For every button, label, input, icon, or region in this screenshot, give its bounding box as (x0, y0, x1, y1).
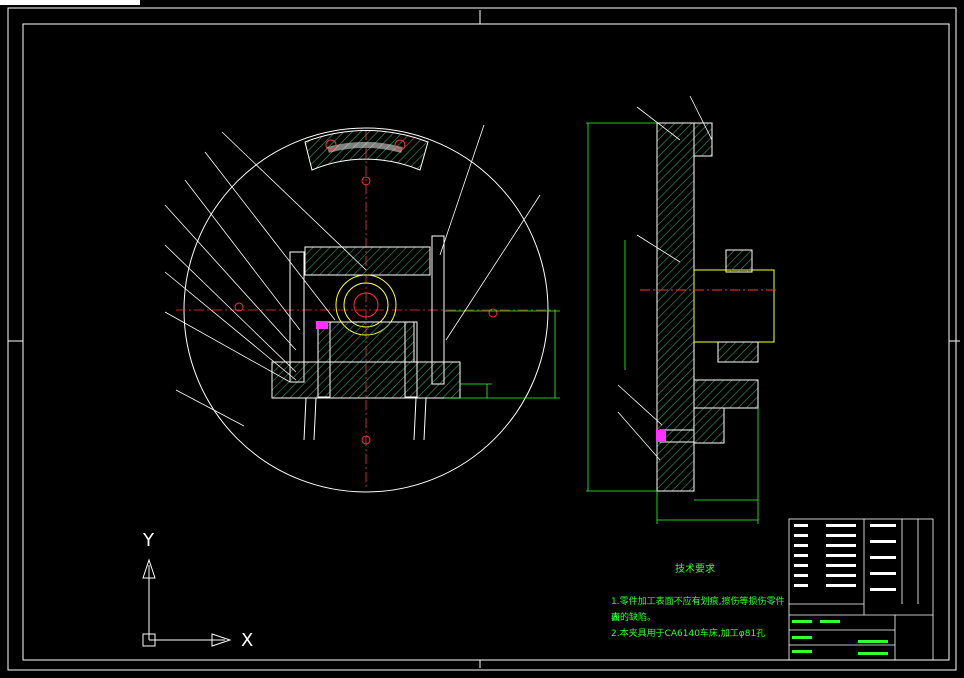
nut (725, 249, 753, 273)
locating-pin (316, 321, 328, 329)
front-view (164, 124, 560, 493)
arc-slot-piece (304, 129, 429, 171)
pin-side (656, 430, 666, 442)
legs (303, 397, 427, 441)
notes-line-3: 2.本夹具用于CA6140车床,加工φ81孔 (611, 629, 766, 639)
title-block-green (792, 620, 888, 655)
y-axis-label: Y (143, 530, 154, 551)
cad-drawing-canvas[interactable] (0, 0, 964, 678)
clamp-plate (304, 246, 431, 276)
workpiece-side (693, 269, 775, 343)
notes-title: 技术要求 (675, 564, 715, 575)
title-block-text-lines (794, 524, 896, 591)
v-block (317, 321, 415, 363)
side-view (586, 95, 776, 524)
pin-hole (488, 308, 498, 318)
notes-line-2: 面的缺陷。 (611, 613, 657, 623)
ucs-axis-icon (142, 558, 232, 647)
drawing-frame (7, 7, 960, 671)
x-axis-label: X (241, 630, 254, 651)
